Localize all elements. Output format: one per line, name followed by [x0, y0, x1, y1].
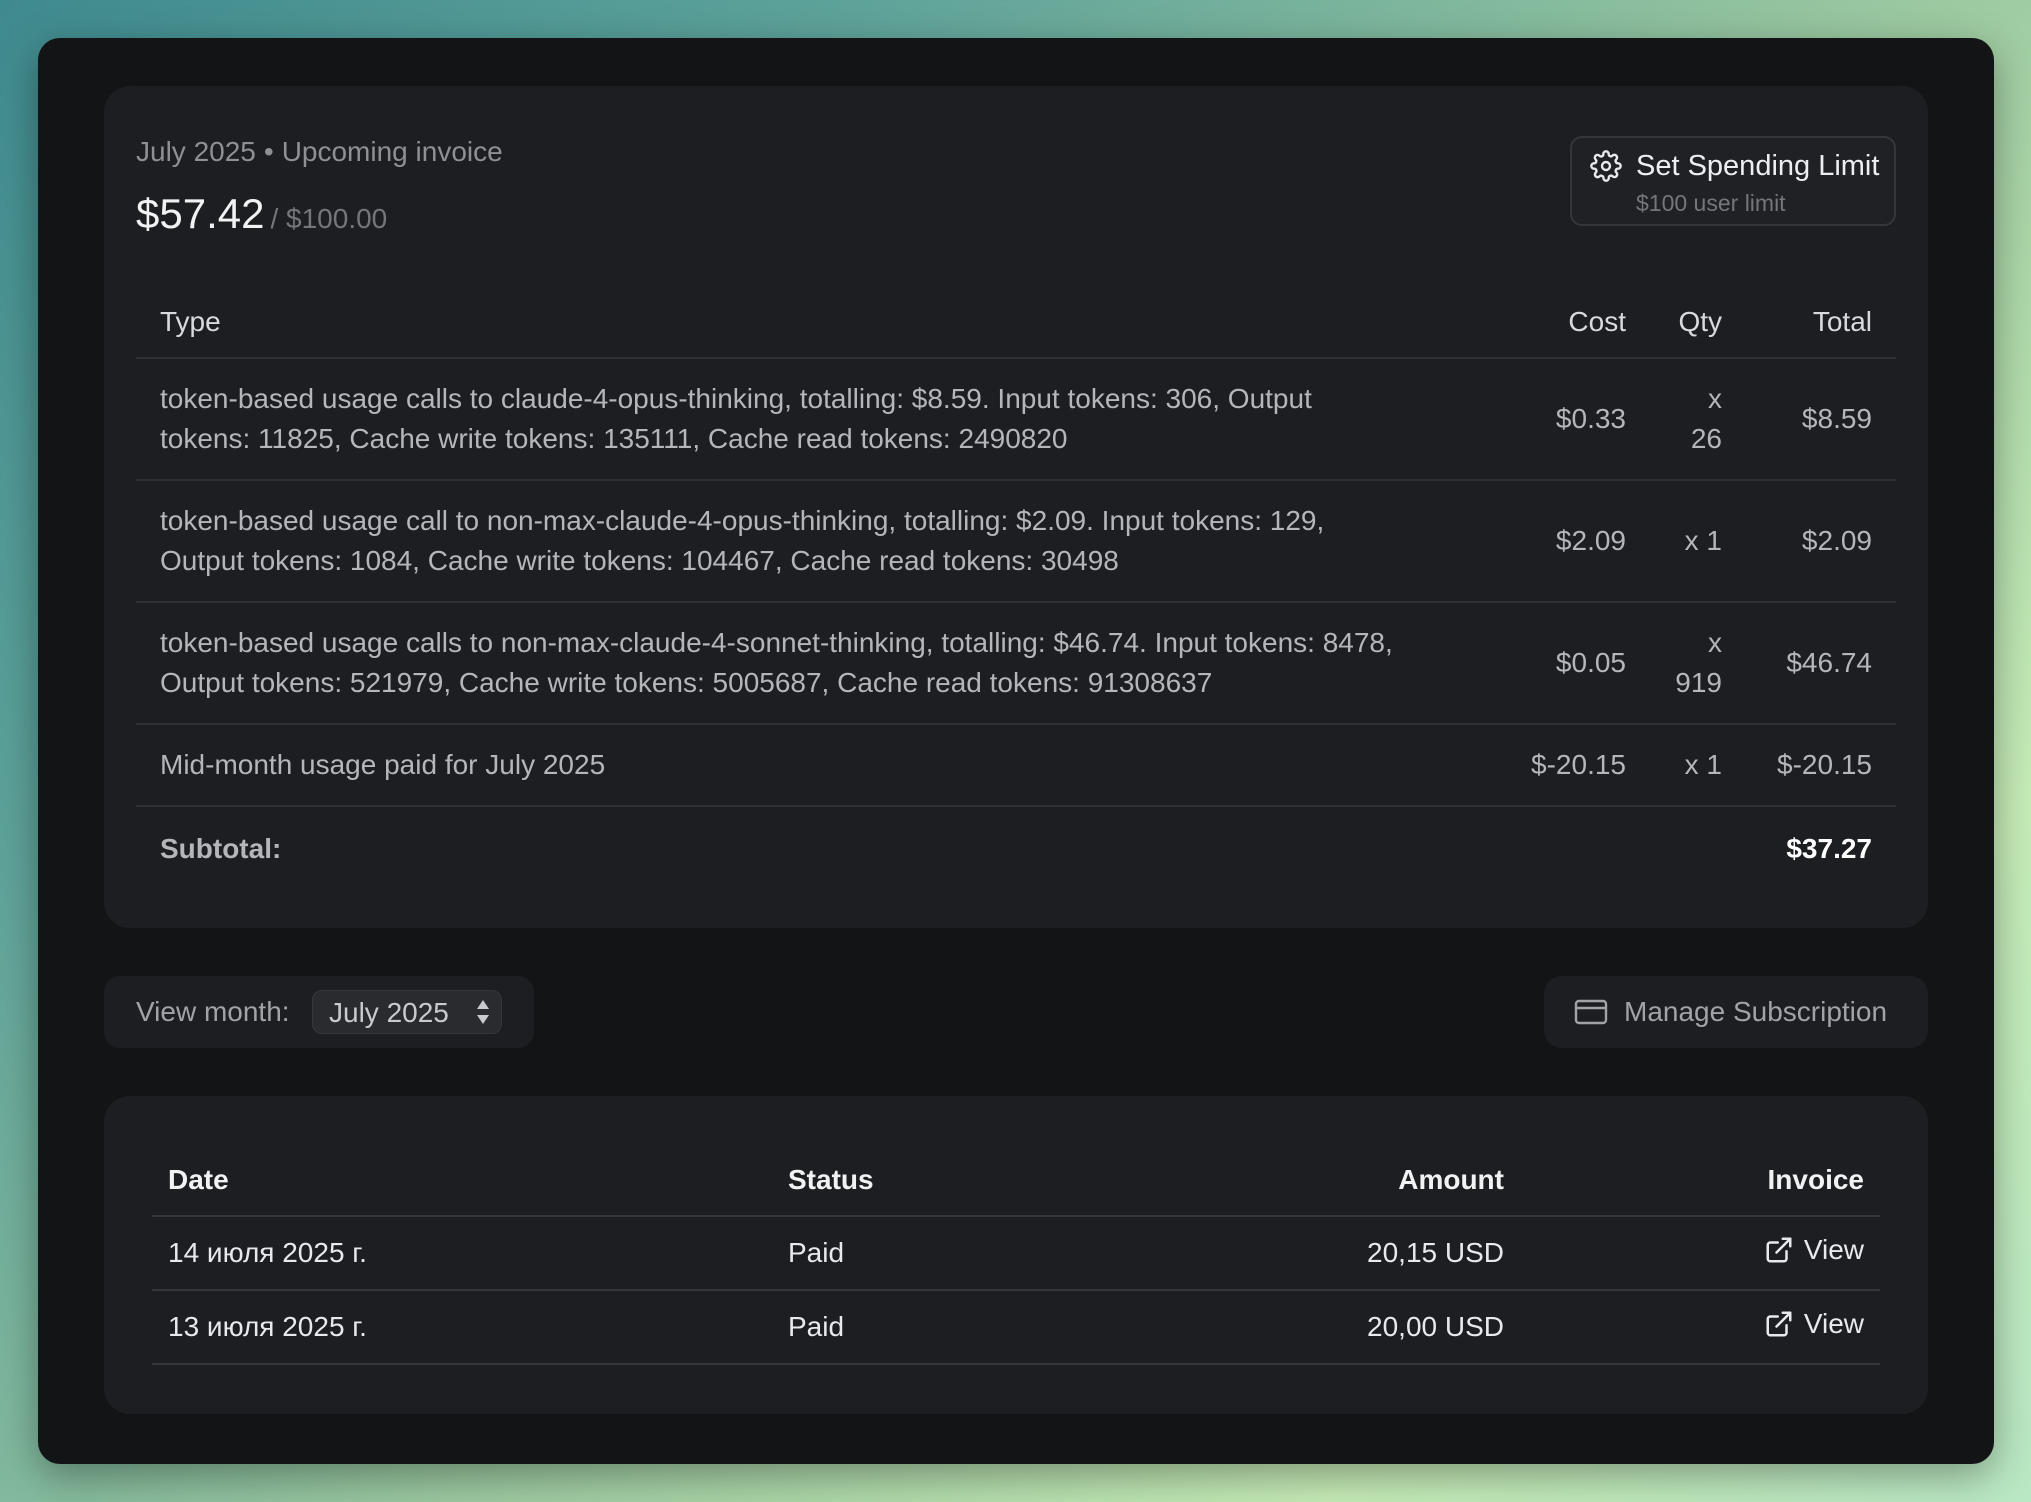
manage-subscription-label: Manage Subscription — [1624, 996, 1888, 1027]
external-link-icon — [1766, 1237, 1792, 1263]
usage-type-line: Output tokens: 521979, Cache write token… — [160, 667, 1213, 698]
history-invoice-cell: View — [1520, 1216, 1880, 1291]
month-select[interactable]: July 2025 — [312, 990, 502, 1034]
history-header: Date Status Amount Invoice — [152, 1144, 1880, 1217]
subtotal-spacer — [1530, 806, 1650, 886]
usage-type: token-based usage call to non-max-claude… — [136, 480, 1530, 603]
usage-qty: x 919 — [1650, 602, 1746, 725]
select-arrows-icon — [477, 1000, 489, 1024]
midmonth-cost: $-20.15 — [1530, 724, 1650, 807]
col-cost: Cost — [1530, 286, 1650, 359]
set-spending-limit-label: Set Spending Limit — [1636, 150, 1880, 182]
col-type: Type — [136, 286, 1530, 359]
usage-cost: $0.05 — [1530, 602, 1650, 725]
usage-type-line: Output tokens: 1084, Cache write tokens:… — [160, 545, 1119, 576]
usage-table: Type Cost Qty Total token-based usage ca… — [136, 286, 1896, 886]
usage-total: $8.59 — [1746, 358, 1896, 481]
history-status: Paid — [772, 1216, 1172, 1291]
history-amount: 20,15 USD — [1172, 1216, 1520, 1291]
midmonth-row: Mid-month usage paid for July 2025 $-20.… — [136, 724, 1896, 807]
usage-total: $2.09 — [1746, 480, 1896, 603]
history-amount: 20,00 USD — [1172, 1290, 1520, 1365]
view-invoice-link[interactable]: View — [1764, 1234, 1864, 1266]
view-month-control: View month: July 2025 — [104, 976, 534, 1048]
col-invoice: Invoice — [1520, 1144, 1880, 1217]
col-status: Status — [772, 1144, 1172, 1217]
month-select-value: July 2025 — [329, 997, 449, 1028]
usage-qty-line: 919 — [1675, 667, 1722, 698]
history-date: 13 июля 2025 г. — [152, 1290, 772, 1365]
credit-card-icon — [1574, 999, 1608, 1025]
usage-qty: x 26 — [1650, 358, 1746, 481]
usage-type: token-based usage calls to claude-4-opus… — [136, 358, 1530, 481]
set-spending-limit-button[interactable]: Set Spending Limit $100 user limit — [1570, 136, 1896, 226]
usage-qty-line: x — [1708, 383, 1722, 414]
usage-type-line: token-based usage calls to non-max-claud… — [160, 627, 1393, 658]
usage-qty-line: x — [1708, 627, 1722, 658]
invoice-header: July 2025 • Upcoming invoice — [136, 136, 503, 168]
usage-cost: $2.09 — [1530, 480, 1650, 603]
usage-table-header: Type Cost Qty Total — [136, 286, 1896, 359]
usage-row: token-based usage calls to non-max-claud… — [136, 602, 1896, 725]
view-invoice-link[interactable]: View — [1764, 1308, 1864, 1340]
invoice-history-table: Date Status Amount Invoice 14 июля 2025 … — [152, 1144, 1880, 1365]
usage-type-line: tokens: 11825, Cache write tokens: 13511… — [160, 423, 1068, 454]
col-total: Total — [1746, 286, 1896, 359]
subtotal-spacer — [1650, 806, 1746, 886]
history-status: Paid — [772, 1290, 1172, 1365]
view-invoice-label: View — [1803, 1234, 1864, 1265]
history-date: 14 июля 2025 г. — [152, 1216, 772, 1291]
external-link-icon — [1766, 1311, 1792, 1337]
usage-type-line: token-based usage calls to claude-4-opus… — [160, 383, 1312, 414]
usage-type: token-based usage calls to non-max-claud… — [136, 602, 1530, 725]
subtotal-value: $37.27 — [1786, 833, 1872, 864]
usage-type-line: token-based usage call to non-max-claude… — [160, 505, 1325, 536]
table-row: 14 июля 2025 г. Paid 20,15 USD View — [152, 1216, 1880, 1291]
manage-subscription-button[interactable]: Manage Subscription — [1544, 976, 1928, 1048]
subtotal-label: Subtotal: — [160, 833, 282, 864]
upcoming-invoice-card: July 2025 • Upcoming invoice $57.42/ $100.… — [104, 86, 1928, 928]
invoice-limit: / $100.00 — [270, 203, 388, 234]
usage-qty: x 1 — [1650, 480, 1746, 603]
invoice-history-card: Date Status Amount Invoice 14 июля 2025 … — [104, 1096, 1928, 1414]
invoice-kind: Upcoming invoice — [281, 136, 503, 167]
spending-limit-sublabel: $100 user limit — [1636, 190, 1786, 216]
col-amount: Amount — [1172, 1144, 1520, 1217]
view-invoice-label: View — [1803, 1308, 1864, 1339]
billing-window: July 2025 • Upcoming invoice $57.42/ $100.… — [38, 38, 1994, 1464]
col-qty: Qty — [1650, 286, 1746, 359]
usage-total: $46.74 — [1746, 602, 1896, 725]
view-month-label: View month: — [136, 996, 290, 1027]
usage-row: token-based usage calls to claude-4-opus… — [136, 358, 1896, 481]
invoice-period: July 2025 — [136, 136, 256, 167]
midmonth-type: Mid-month usage paid for July 2025 — [136, 724, 1530, 807]
subtotal-row: Subtotal: $37.27 — [136, 806, 1896, 886]
invoice-amount: $57.42 — [136, 190, 265, 237]
invoice-amount-line: $57.42/ $100.00 — [136, 190, 387, 238]
separator-dot: • — [263, 136, 274, 167]
usage-qty-line: 26 — [1690, 423, 1722, 454]
usage-cost: $0.33 — [1530, 358, 1650, 481]
history-invoice-cell: View — [1520, 1290, 1880, 1365]
gear-icon — [1590, 150, 1622, 182]
table-row: 13 июля 2025 г. Paid 20,00 USD View — [152, 1290, 1880, 1365]
usage-row: token-based usage call to non-max-claude… — [136, 480, 1896, 603]
midmonth-qty: x 1 — [1650, 724, 1746, 807]
midmonth-total: $-20.15 — [1746, 724, 1896, 807]
col-date: Date — [152, 1144, 772, 1217]
